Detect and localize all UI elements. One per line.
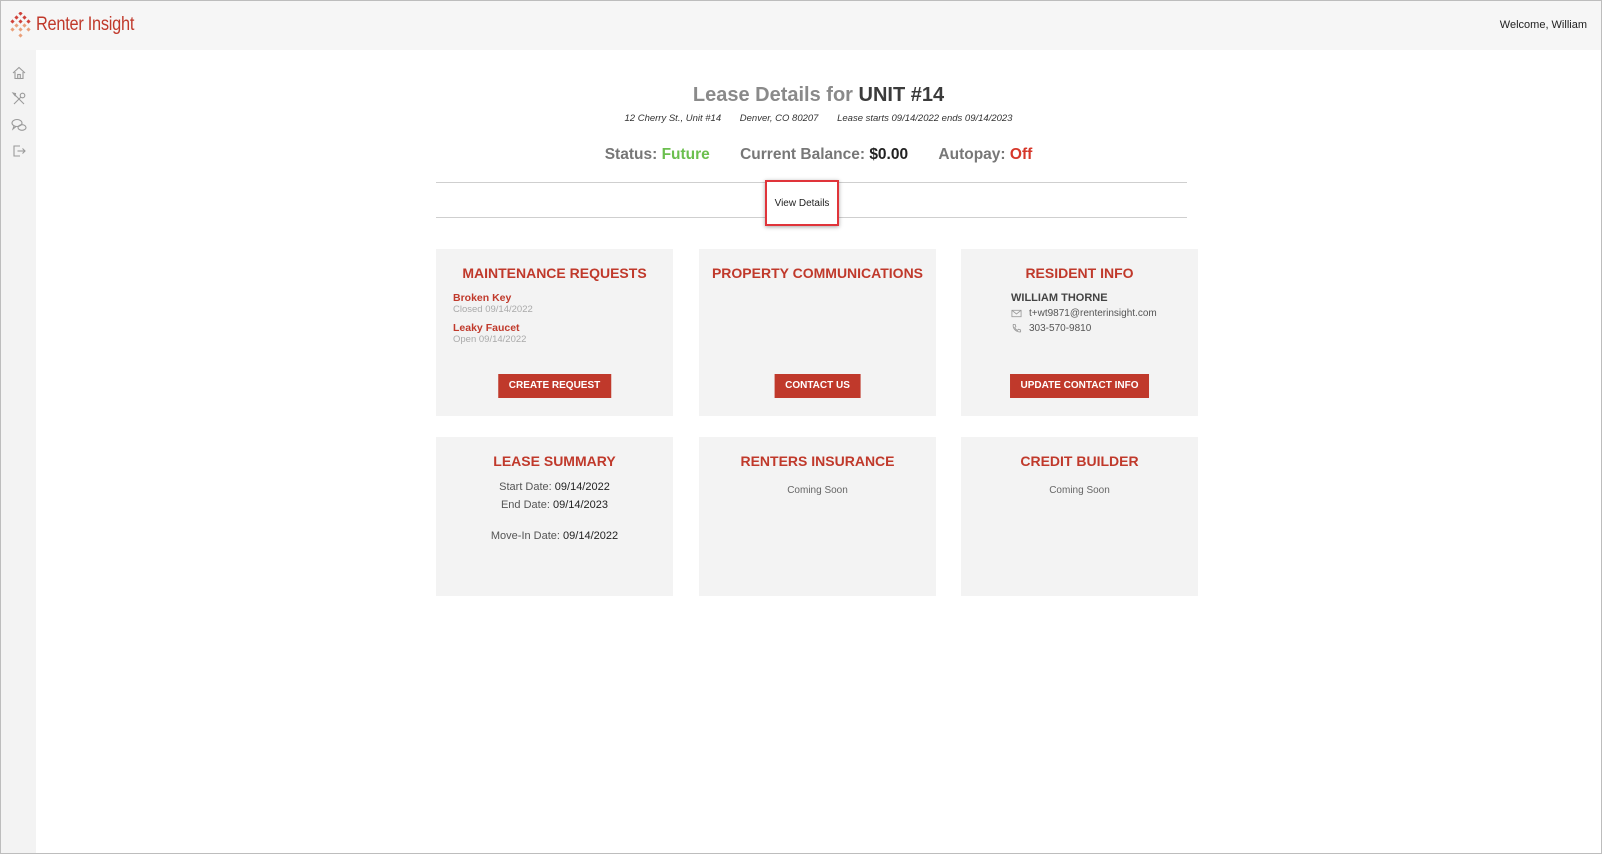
start-date-label: Start Date: [499,481,552,493]
lease-subline: 12 Cherry St., Unit #14 Denver, CO 80207… [36,113,1601,124]
page-title-prefix: Lease Details for [692,84,853,106]
lease-city: Denver, CO 80207 [739,113,819,124]
mail-icon [1011,309,1022,318]
card-title: PROPERTY COMMUNICATIONS [711,265,924,281]
card-title: RENTERS INSURANCE [740,453,895,469]
autopay-label: Autopay: [938,146,1006,163]
app-window: Renter Insight Welcome, William Lease De… [0,0,1602,854]
end-date-label: End Date: [500,499,550,511]
lease-summary-card: LEASE SUMMARY Start Date: 09/14/2022 End… [436,437,673,596]
communications-card: PROPERTY COMMUNICATIONS CONTACT US [699,249,936,416]
unit-name: UNIT #14 [858,84,945,106]
card-title: CREDIT BUILDER [1020,453,1139,469]
status-line: Status: Future Current Balance: $0.00 Au… [36,146,1601,164]
logo[interactable]: Renter Insight [9,12,150,38]
request-name[interactable]: Broken Key [453,292,673,304]
resident-name: WILLIAM THORNE [1011,292,1108,304]
lease-address: 12 Cherry St., Unit #14 [624,113,722,124]
resident-phone-row: 303-570-9810 [961,323,1198,334]
create-request-button[interactable]: CREATE REQUEST [497,374,612,398]
autopay-group: Autopay: Off [938,146,1032,163]
main-content: Lease Details for UNIT #14 12 Cherry St.… [36,50,1601,853]
maintenance-card: MAINTENANCE REQUESTS Broken Key Closed 0… [436,249,673,416]
renters-insurance-card: RENTERS INSURANCE Coming Soon [699,437,936,596]
autopay-value: Off [1009,146,1033,163]
card-title: LEASE SUMMARY [493,453,616,469]
view-details-link[interactable]: View Details [775,198,830,209]
request-name[interactable]: Leaky Faucet [453,322,673,334]
card-title: MAINTENANCE REQUESTS [462,265,647,281]
resident-info-card: RESIDENT INFO WILLIAM THORNE t+wt9871@re… [961,249,1198,416]
move-in-date-row: Move-In Date: 09/14/2022 [436,530,673,542]
view-details-highlight: View Details [765,180,839,226]
status-label: Status: [604,146,658,163]
end-date-row: End Date: 09/14/2023 [436,499,673,511]
logout-icon[interactable] [11,143,27,159]
request-list: Broken Key Closed 09/14/2022 Leaky Fauce… [436,292,673,345]
start-date-value: 09/14/2022 [554,481,610,493]
credit-builder-card: CREDIT BUILDER Coming Soon [961,437,1198,596]
phone-icon [1012,323,1022,333]
home-icon[interactable] [11,65,27,81]
request-status: Open 09/14/2022 [453,334,527,345]
update-contact-info-button[interactable]: UPDATE CONTACT INFO [1009,374,1150,398]
coming-soon-text: Coming Soon [787,485,848,496]
card-title: RESIDENT INFO [1025,265,1134,281]
balance-group: Current Balance: $0.00 [740,146,912,163]
move-in-date-value: 09/14/2022 [563,530,619,542]
tools-icon[interactable] [11,91,27,107]
balance-value: $0.00 [869,146,909,163]
resident-phone[interactable]: 303-570-9810 [1029,323,1091,334]
welcome-message[interactable]: Welcome, William [1500,19,1587,31]
contact-us-button[interactable]: CONTACT US [774,374,861,398]
start-date-row: Start Date: 09/14/2022 [436,481,673,493]
status-group: Status: Future [605,146,714,163]
page-title: Lease Details for UNIT #14 [36,84,1601,107]
request-status: Closed 09/14/2022 [453,304,533,315]
status-value: Future [661,146,710,163]
balance-label: Current Balance: [740,146,865,163]
lease-term: Lease starts 09/14/2022 ends 09/14/2023 [837,113,1013,124]
sidebar [1,50,36,853]
top-bar: Renter Insight Welcome, William [1,1,1601,50]
resident-email-row: t+wt9871@renterinsight.com [961,308,1198,319]
brand-name: Renter Insight [36,14,135,35]
resident-email[interactable]: t+wt9871@renterinsight.com [1029,308,1157,319]
logo-mark-icon [10,12,31,38]
end-date-value: 09/14/2023 [552,499,609,511]
coming-soon-text: Coming Soon [1049,485,1110,496]
chat-icon[interactable] [11,117,27,133]
move-in-date-label: Move-In Date: [490,530,560,542]
